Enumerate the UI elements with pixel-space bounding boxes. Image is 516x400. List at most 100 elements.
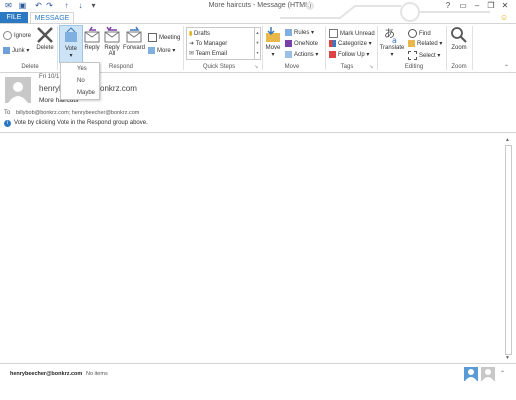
group-divider xyxy=(446,26,447,70)
onenote-button[interactable]: OneNote xyxy=(285,40,318,47)
folder-icon: ▮ xyxy=(189,31,193,37)
vote-option-no[interactable]: No xyxy=(61,75,99,87)
dialog-launcher-icon[interactable]: ↘ xyxy=(254,64,258,70)
junk-icon xyxy=(3,47,10,54)
reply-button[interactable]: Reply xyxy=(82,25,102,51)
group-divider xyxy=(472,26,473,70)
vote-option-yes[interactable]: Yes xyxy=(61,63,99,75)
more-icon xyxy=(148,47,155,54)
undo-icon[interactable]: ↶ xyxy=(34,1,43,10)
dialog-launcher-icon[interactable]: ↘ xyxy=(369,64,373,70)
info-icon: i xyxy=(4,120,11,127)
vote-button[interactable]: Vote ▾ xyxy=(59,25,83,63)
select-label: Select xyxy=(419,53,436,60)
email-icon: ✉ xyxy=(189,51,195,57)
related-label: Related xyxy=(417,41,438,48)
categorize-icon xyxy=(329,40,336,47)
collapse-ribbon-icon[interactable]: ⌃ xyxy=(504,64,509,71)
quick-steps-scroll[interactable]: ▲ ▼ ▾ xyxy=(254,27,261,60)
expand-people-pane-icon[interactable]: ⌃ xyxy=(500,370,505,377)
actions-label: Actions xyxy=(294,52,314,59)
up-arrow-icon[interactable]: ↑ xyxy=(62,1,71,10)
recipients[interactable]: billybob@bonkrz.com; henrybeecher@bonkrz… xyxy=(16,110,139,116)
zoom-group-label: Zoom xyxy=(451,64,467,70)
reply-icon xyxy=(84,26,100,43)
more-respond-button[interactable]: More ▾ xyxy=(148,47,175,54)
circuit-background-decoration xyxy=(280,2,490,22)
meeting-label: Meeting xyxy=(159,35,181,42)
group-divider xyxy=(57,26,58,70)
follow-up-label: Follow Up xyxy=(338,52,365,59)
more-label: More xyxy=(157,48,171,55)
tab-file[interactable]: FILE xyxy=(0,12,28,23)
ignore-label: Ignore xyxy=(14,33,32,40)
editing-group-label: Editing xyxy=(404,64,424,70)
customize-quick-access-icon[interactable]: ▾ xyxy=(89,1,98,10)
move-group-label: Move xyxy=(284,64,300,70)
rules-button[interactable]: Rules ▾ xyxy=(285,29,314,36)
respond-group-label: Respond xyxy=(108,64,134,70)
quick-step-drafts[interactable]: ▮ Drafts xyxy=(189,30,210,37)
actions-button[interactable]: Actions ▾ xyxy=(285,51,318,58)
people-pane: henrybeecher@bonkrz.com No items ⌃ xyxy=(0,363,516,386)
junk-button[interactable]: Junk ▾ xyxy=(3,47,29,54)
body-scrollbar[interactable]: ▲ ▼ xyxy=(503,137,512,361)
move-label: Move xyxy=(265,45,281,51)
categorize-button[interactable]: Categorize ▾ xyxy=(329,40,372,47)
footer-email[interactable]: henrybeecher@bonkrz.com xyxy=(10,371,82,377)
redo-icon[interactable]: ↷ xyxy=(45,1,54,10)
find-button[interactable]: Find xyxy=(408,29,431,38)
delete-button[interactable]: Delete xyxy=(34,25,56,51)
group-divider xyxy=(325,26,326,70)
vote-label: Vote xyxy=(64,46,77,52)
select-button[interactable]: Select ▾ xyxy=(408,51,440,60)
forward-button[interactable]: Forward xyxy=(122,25,146,51)
person-icon xyxy=(8,82,28,103)
scroll-thumb[interactable] xyxy=(505,145,512,355)
flag-icon xyxy=(329,51,336,58)
tags-group-label: Tags xyxy=(340,64,354,70)
quick-step-to-manager[interactable]: ➜ To Manager xyxy=(189,40,227,47)
move-folder-icon xyxy=(266,27,280,42)
message-date: Fri 10/1 xyxy=(39,74,60,80)
delete-group-label: Delete xyxy=(21,64,39,70)
follow-up-button[interactable]: Follow Up ▾ xyxy=(329,51,369,58)
onenote-label: OneNote xyxy=(294,41,319,48)
mark-unread-label: Mark Unread xyxy=(340,31,375,38)
zoom-button[interactable]: Zoom xyxy=(449,25,469,51)
to-label: To xyxy=(4,110,11,116)
outlook-icon[interactable]: ✉ xyxy=(4,1,13,10)
save-icon[interactable]: ▣ xyxy=(18,1,27,10)
arrow-icon: ➜ xyxy=(189,41,195,47)
close-button[interactable]: ✕ xyxy=(500,1,510,11)
sender-name-rest[interactable]: onkrz.com xyxy=(100,84,137,93)
person-avatar[interactable] xyxy=(481,367,495,381)
mark-unread-button[interactable]: Mark Unread xyxy=(329,29,375,38)
person-icon xyxy=(482,369,494,381)
ignore-button[interactable]: Ignore xyxy=(3,31,31,40)
translate-button[interactable]: あa Translate ▾ xyxy=(379,25,405,58)
meeting-icon xyxy=(148,33,157,42)
zoom-label: Zoom xyxy=(451,45,467,51)
smiley-feedback-icon[interactable]: ☺ xyxy=(500,13,508,22)
forward-label: Forward xyxy=(122,45,145,51)
move-button[interactable]: Move ▾ xyxy=(263,25,283,58)
meeting-button[interactable]: Meeting xyxy=(148,33,180,42)
person-icon xyxy=(465,369,477,381)
onenote-icon xyxy=(285,40,292,47)
categorize-label: Categorize xyxy=(338,41,368,48)
vote-option-maybe[interactable]: Maybe xyxy=(61,87,99,99)
quick-step-team-email[interactable]: ✉ Team Email xyxy=(189,50,227,57)
rules-label: Rules xyxy=(294,30,310,37)
related-button[interactable]: Related ▾ xyxy=(408,40,442,47)
rules-icon xyxy=(285,29,292,36)
person-avatar-selected[interactable] xyxy=(464,367,478,381)
related-icon xyxy=(408,40,415,47)
scroll-down-arrow[interactable]: ▼ xyxy=(504,355,511,361)
scroll-up-arrow[interactable]: ▲ xyxy=(504,137,511,143)
reply-all-button[interactable]: Reply All xyxy=(102,25,122,57)
down-arrow-icon[interactable]: ↓ xyxy=(76,1,85,10)
quick-step-label: To Manager xyxy=(195,41,228,47)
reply-all-icon xyxy=(104,26,120,43)
magnifier-icon xyxy=(451,27,467,43)
